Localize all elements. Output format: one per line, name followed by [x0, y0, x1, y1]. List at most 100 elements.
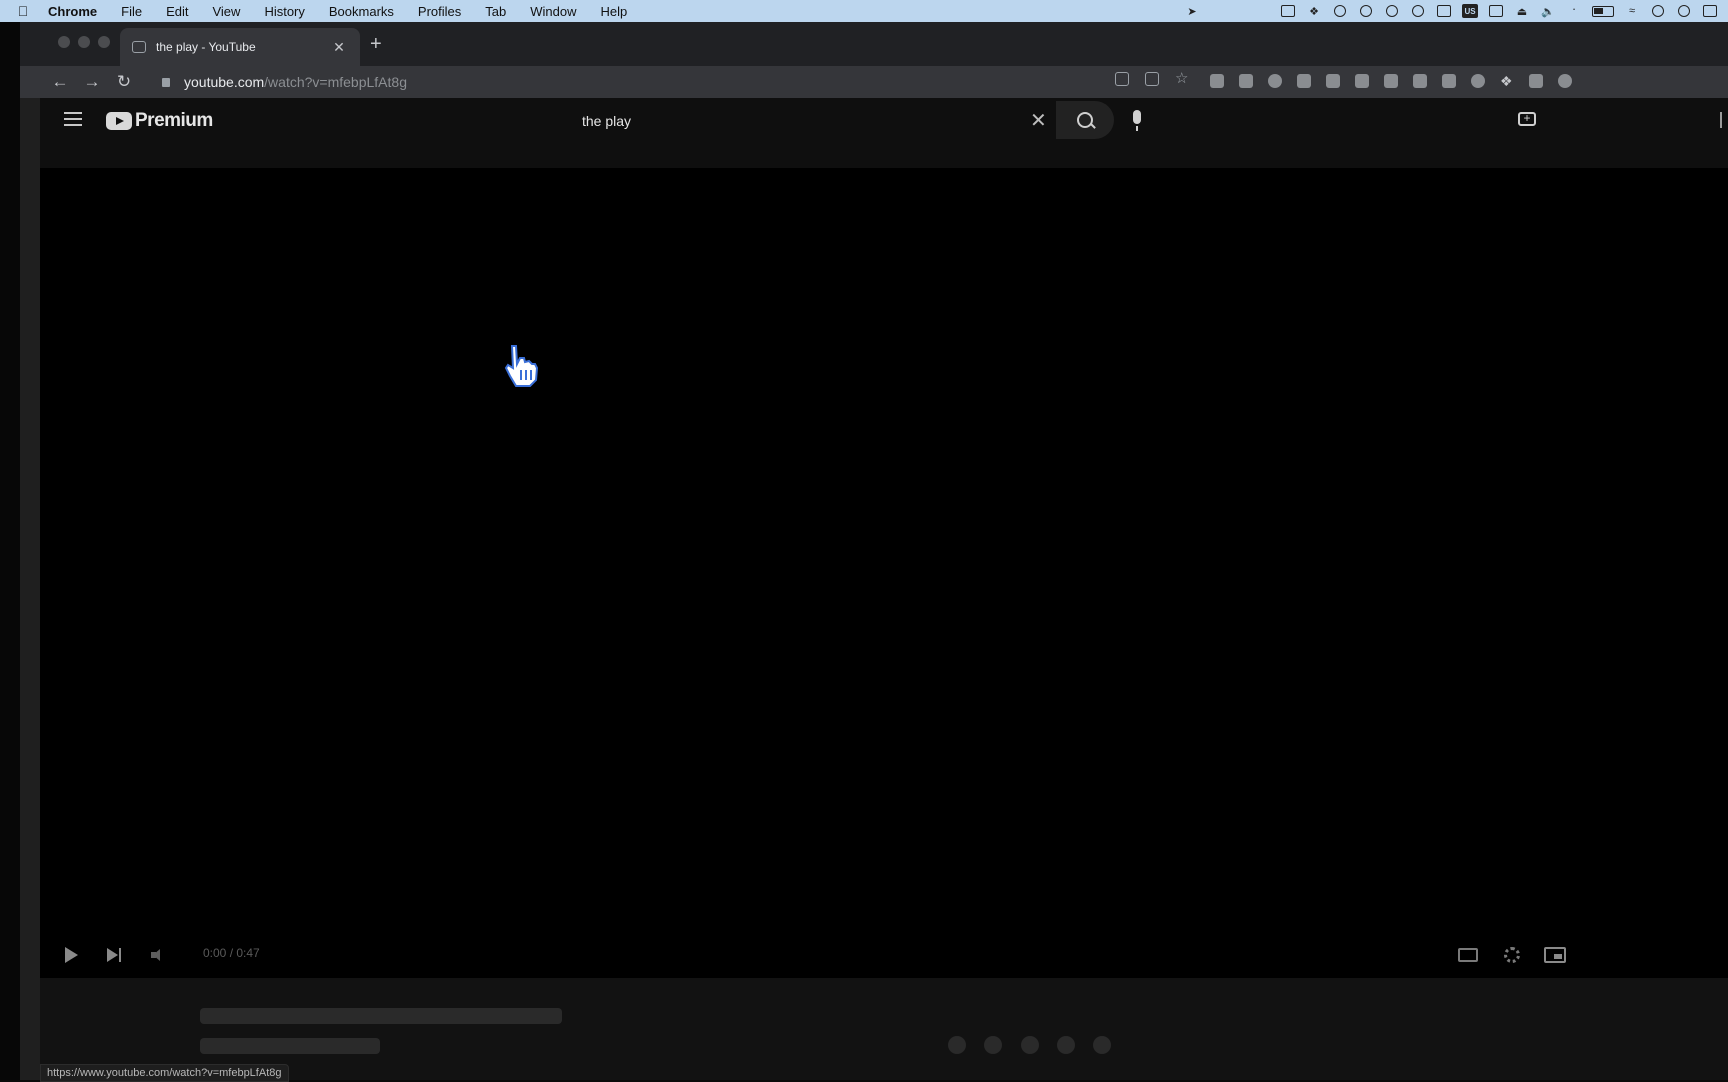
spotlight-search-icon[interactable]	[1676, 4, 1692, 18]
action-skeleton-4	[1057, 1036, 1075, 1054]
new-tab-button[interactable]: +	[370, 33, 382, 56]
desktop-edge	[0, 22, 21, 1080]
keyboard-layout-badge[interactable]: US	[1462, 4, 1478, 18]
hand-cursor-icon	[504, 345, 539, 387]
menu-view[interactable]: View	[200, 4, 252, 19]
logo-text: Premium	[135, 110, 213, 131]
profile-avatar[interactable]	[1558, 74, 1572, 88]
control-center-icon[interactable]	[1702, 4, 1718, 18]
extension-dropbox-icon[interactable]	[1239, 74, 1253, 88]
extension-tag-icon[interactable]	[1384, 74, 1398, 88]
next-video-icon[interactable]	[105, 946, 123, 964]
extensions-puzzle-icon[interactable]: ❖	[1500, 74, 1514, 88]
bluetooth-icon[interactable]: ᛫	[1566, 4, 1582, 18]
menu-profiles[interactable]: Profiles	[406, 4, 473, 19]
menu-app-chrome[interactable]: Chrome	[36, 4, 109, 19]
menu-edit[interactable]: Edit	[154, 4, 200, 19]
globe-icon[interactable]	[1384, 4, 1400, 18]
video-player[interactable]: 0:00 / 0:47	[40, 168, 1728, 978]
notifications-edge-icon[interactable]	[1720, 112, 1728, 128]
title-skeleton	[200, 1008, 562, 1024]
extension-doc-icon[interactable]	[1442, 74, 1456, 88]
location-arrow-icon[interactable]: ➤	[1184, 4, 1200, 18]
dropbox-icon[interactable]: ❖	[1306, 4, 1322, 18]
play-circle-icon[interactable]	[1410, 4, 1426, 18]
eject-icon[interactable]: ⏏	[1514, 4, 1530, 18]
youtube-play-logo-icon	[106, 112, 132, 130]
youtube-header: Premium ✕ +	[40, 98, 1728, 144]
link-status-bar: https://www.youtube.com/watch?v=mfebpLfA…	[40, 1064, 289, 1082]
player-controls: 0:00 / 0:47	[40, 932, 1728, 978]
chrome-window: the play - YouTube ✕ + ← → ↻ youtube.com…	[20, 22, 1728, 1082]
extension-screen-icon[interactable]	[1355, 74, 1369, 88]
youtube-page: Premium ✕ + 0:00 / 0:47	[40, 98, 1728, 1082]
channel-skeleton	[200, 1038, 380, 1054]
share-icon[interactable]	[1145, 72, 1159, 86]
openai-icon[interactable]	[1358, 4, 1374, 18]
menu-bar-tray: ➤ ❖ US ⏏ 🔈 ᛫ ≈	[1184, 0, 1718, 22]
browser-toolbar: ← → ↻ youtube.com/watch?v=mfebpLfAt8g ☆ …	[20, 66, 1728, 98]
voice-search-mic-icon[interactable]	[1133, 110, 1141, 131]
reload-button[interactable]: ↻	[110, 68, 138, 96]
close-window-button[interactable]	[58, 36, 70, 48]
volume-icon[interactable]: 🔈	[1540, 4, 1556, 18]
play-button-icon[interactable]	[62, 946, 80, 964]
macos-menu-bar:  Chrome File Edit View History Bookmark…	[0, 0, 1728, 22]
action-skeleton-5	[1093, 1036, 1111, 1054]
create-video-icon[interactable]: +	[1518, 112, 1536, 126]
lock-icon[interactable]	[162, 77, 170, 87]
close-tab-icon[interactable]: ✕	[330, 39, 348, 56]
creative-cloud-icon[interactable]	[1332, 4, 1348, 18]
action-skeleton-1	[948, 1036, 966, 1054]
clear-search-icon[interactable]: ✕	[1030, 108, 1047, 133]
back-button[interactable]: ←	[46, 68, 74, 96]
apple-icon[interactable]: 	[10, 3, 36, 19]
extension-image-icon[interactable]	[1413, 74, 1427, 88]
user-circle-icon[interactable]	[1650, 4, 1666, 18]
menu-tab[interactable]: Tab	[473, 4, 518, 19]
menu-file[interactable]: File	[109, 4, 154, 19]
extension-grammar-icon[interactable]	[1297, 74, 1311, 88]
extension-pen-icon[interactable]	[1210, 74, 1224, 88]
menu-history[interactable]: History	[252, 4, 316, 19]
search-icon	[1077, 112, 1093, 128]
zoom-window-button[interactable]	[98, 36, 110, 48]
bookmark-star-icon[interactable]: ☆	[1175, 71, 1189, 86]
extensions-bar: ❖	[1210, 74, 1572, 88]
menu-window[interactable]: Window	[518, 4, 588, 19]
tab-youtube[interactable]: the play - YouTube ✕	[120, 28, 360, 66]
search-button[interactable]	[1056, 101, 1114, 139]
tab-title: the play - YouTube	[156, 40, 256, 54]
url-host: youtube.com	[184, 74, 265, 90]
menu-help[interactable]: Help	[589, 4, 640, 19]
settings-gear-icon[interactable]	[1504, 947, 1520, 963]
miniplayer-icon[interactable]	[1544, 947, 1566, 963]
tab-strip: the play - YouTube ✕ +	[20, 22, 1728, 66]
subtitles-icon[interactable]	[1458, 948, 1478, 962]
time-display: 0:00 / 0:47	[203, 946, 260, 960]
action-skeleton-2	[984, 1036, 1002, 1054]
volume-mute-icon[interactable]	[146, 946, 164, 964]
youtube-premium-logo[interactable]: Premium	[106, 110, 213, 132]
action-skeleton-3	[1021, 1036, 1039, 1054]
video-info-loading	[40, 978, 1728, 1080]
extension-chatgpt-icon[interactable]	[1268, 74, 1282, 88]
window-stack-icon[interactable]	[1436, 4, 1452, 18]
menu-bookmarks[interactable]: Bookmarks	[317, 4, 406, 19]
side-panel-icon[interactable]	[1529, 74, 1543, 88]
omnibox-actions: ☆	[1115, 71, 1189, 86]
battery-icon[interactable]	[1592, 5, 1614, 17]
wifi-icon[interactable]: ≈	[1624, 4, 1640, 18]
youtube-favicon-icon	[132, 41, 146, 53]
menu-hamburger-icon[interactable]	[64, 112, 82, 130]
screen-mirror-icon[interactable]	[1488, 4, 1504, 18]
window-controls	[58, 36, 110, 48]
extension-info-icon[interactable]	[1326, 74, 1340, 88]
forward-button[interactable]: →	[78, 68, 106, 96]
minimize-window-button[interactable]	[78, 36, 90, 48]
extension-shield-icon[interactable]	[1471, 74, 1485, 88]
install-app-icon[interactable]	[1115, 72, 1129, 86]
search-input[interactable]	[560, 102, 1060, 140]
camera-icon[interactable]	[1280, 4, 1296, 18]
address-bar[interactable]: youtube.com/watch?v=mfebpLfAt8g	[162, 68, 1222, 96]
